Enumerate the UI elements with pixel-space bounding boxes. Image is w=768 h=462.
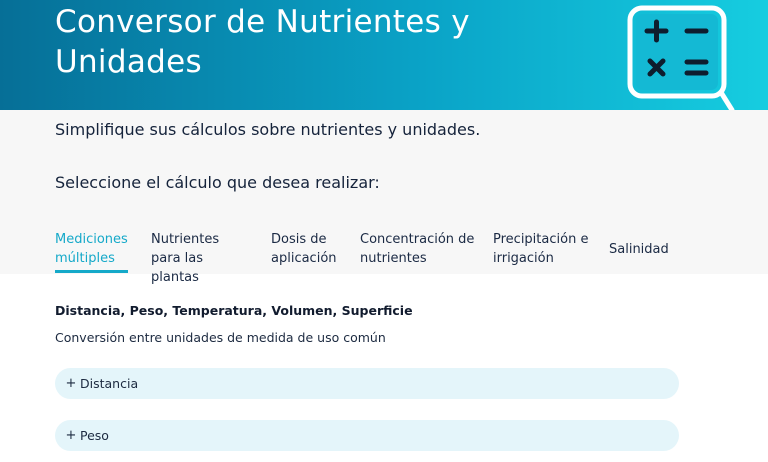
calculation-prompt: Seleccione el cálculo que desea realizar… — [55, 173, 380, 192]
page-subtitle: Simplifique sus cálculos sobre nutriente… — [55, 120, 481, 139]
calculation-tabs: Mediciones múltiples Nutrientes para las… — [0, 230, 768, 285]
active-tab-indicator — [55, 270, 128, 273]
accordion-distancia[interactable]: + Distancia — [55, 368, 679, 399]
section-description: Conversión entre unidades de medida de u… — [55, 330, 386, 345]
plus-icon: + — [65, 376, 77, 391]
tab-concentracion-nutrientes[interactable]: Concentración de nutrientes — [360, 230, 480, 268]
tab-dosis-aplicacion[interactable]: Dosis de aplicación — [271, 230, 343, 268]
accordion-label: Distancia — [80, 376, 139, 391]
plus-icon: + — [65, 428, 77, 443]
section-title: Distancia, Peso, Temperatura, Volumen, S… — [55, 303, 413, 318]
tab-salinidad[interactable]: Salinidad — [609, 240, 679, 259]
tab-nutrientes-plantas[interactable]: Nutrientes para las plantas — [151, 230, 251, 287]
tab-mediciones-multiples[interactable]: Mediciones múltiples — [55, 230, 135, 268]
tab-precipitacion-irrigacion[interactable]: Precipitación e irrigación — [493, 230, 593, 268]
page-header: Conversor de Nutrientes y Unidades — [0, 0, 768, 110]
accordion-label: Peso — [80, 428, 109, 443]
calculator-icon — [626, 0, 736, 110]
accordion-peso[interactable]: + Peso — [55, 420, 679, 451]
page-title: Conversor de Nutrientes y Unidades — [55, 4, 470, 80]
